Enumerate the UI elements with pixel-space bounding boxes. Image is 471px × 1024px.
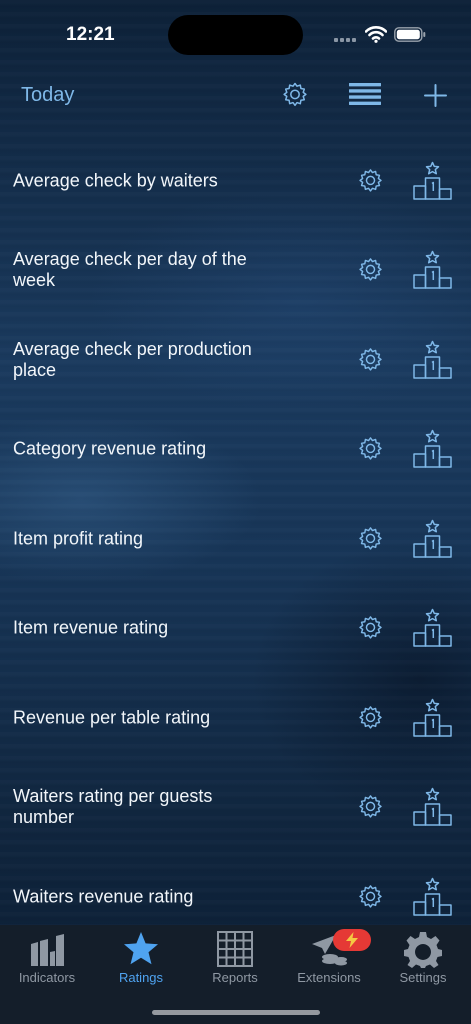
list-item-label: Average check per production place [13, 338, 252, 380]
list-item-label: Waiters rating per guests number [13, 786, 213, 828]
home-indicator [152, 1010, 320, 1015]
list-item-label: Revenue per table rating [13, 707, 211, 728]
tab-label: Indicators [18, 970, 76, 985]
podium-star-icon[interactable] [412, 340, 453, 380]
gear-icon[interactable] [358, 258, 383, 283]
podium-star-icon[interactable] [412, 519, 453, 559]
tab-label: Extensions [297, 970, 361, 985]
wifi-icon [365, 26, 387, 43]
podium-star-icon[interactable] [412, 787, 453, 827]
lightning-icon [346, 932, 358, 948]
settings-gear-icon[interactable] [282, 82, 308, 108]
list-item[interactable]: Revenue per table rating [0, 673, 471, 763]
gear-icon[interactable] [358, 616, 383, 641]
list-item-label: Waiters revenue rating [13, 886, 194, 907]
add-icon[interactable] [423, 83, 448, 108]
tab-extensions[interactable]: Extensions [282, 925, 376, 995]
list-item[interactable]: Item revenue rating [0, 584, 471, 674]
podium-star-icon[interactable] [412, 250, 453, 290]
gear-icon[interactable] [358, 795, 383, 820]
gear-icon[interactable] [358, 705, 383, 730]
gear-icon[interactable] [358, 526, 383, 551]
grid-icon [217, 931, 253, 967]
tab-indicators[interactable]: Indicators [0, 925, 94, 995]
cellular-signal-icon [334, 38, 356, 42]
tab-label: Ratings [118, 970, 164, 985]
ratings-list: Average check by waiters Average check p… [0, 136, 471, 942]
podium-star-icon[interactable] [412, 161, 453, 201]
list-item[interactable]: Waiters rating per guests number [0, 763, 471, 853]
list-item-label: Category revenue rating [13, 438, 207, 459]
gear-icon[interactable] [358, 347, 383, 372]
gear-icon[interactable] [358, 884, 383, 909]
status-time: 12:21 [66, 24, 115, 45]
list-item[interactable]: Item profit rating [0, 494, 471, 584]
tab-settings[interactable]: Settings [376, 925, 470, 995]
gear-icon[interactable] [358, 437, 383, 462]
podium-star-icon[interactable] [412, 698, 453, 738]
tab-label: Settings [399, 970, 447, 985]
list-item[interactable]: Average check per production place [0, 315, 471, 405]
list-item-label: Item revenue rating [13, 617, 169, 638]
tab-label: Reports [212, 970, 258, 985]
status-bar: 12:21 [0, 0, 471, 70]
today-button[interactable]: Today [21, 84, 74, 107]
dynamic-island [168, 15, 303, 55]
podium-star-icon[interactable] [412, 608, 453, 648]
list-view-icon[interactable] [349, 82, 381, 108]
list-item-label: Average check per day of the week [13, 249, 247, 291]
podium-star-icon[interactable] [412, 877, 453, 917]
gear-icon[interactable] [358, 168, 383, 193]
list-item[interactable]: Category revenue rating [0, 405, 471, 495]
list-item-label: Item profit rating [13, 528, 144, 549]
list-item[interactable]: Average check by waiters [0, 136, 471, 226]
list-item-label: Average check by waiters [13, 170, 218, 191]
lightning-badge [333, 929, 371, 951]
star-icon [124, 932, 158, 965]
indicators-icon [31, 934, 64, 966]
tab-reports[interactable]: Reports [188, 925, 282, 995]
tab-ratings[interactable]: Ratings [94, 925, 188, 995]
podium-star-icon[interactable] [412, 429, 453, 469]
battery-icon [394, 27, 426, 42]
gear-icon [404, 932, 442, 968]
list-item[interactable]: Average check per day of the week [0, 226, 471, 316]
navigation-bar: Today [0, 72, 471, 120]
